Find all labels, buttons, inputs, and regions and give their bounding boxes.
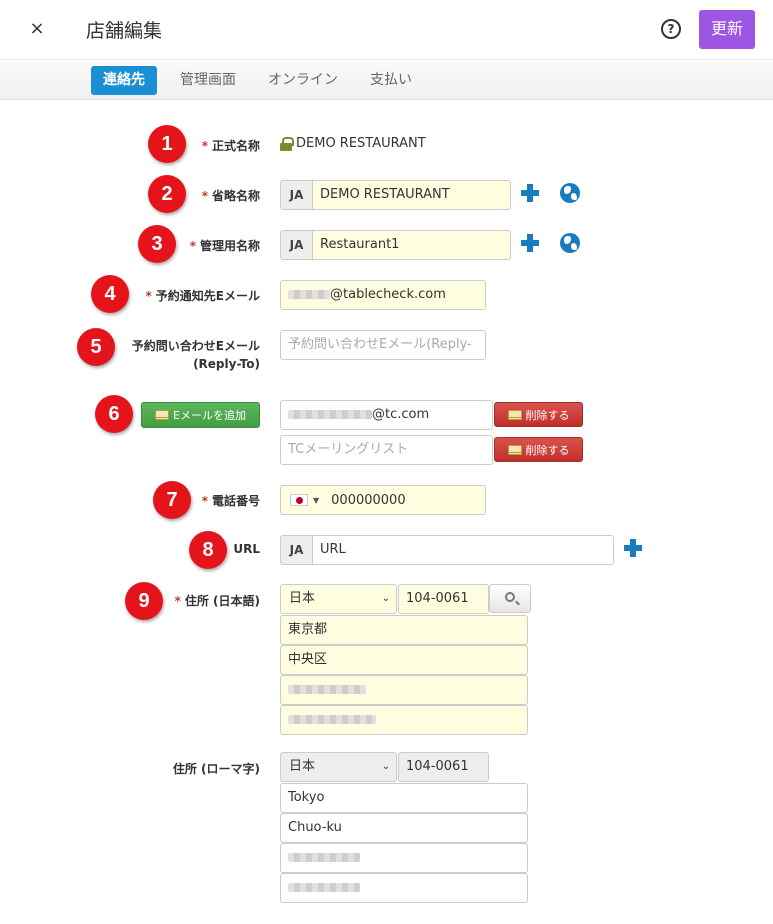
admin-name-label: * 管理用名称	[189, 239, 260, 253]
official-name-value: DEMO RESTAURANT	[280, 136, 426, 151]
inquiry-email-input[interactable]: 予約問い合わせEメール(Reply-	[280, 330, 486, 360]
tab-admin[interactable]: 管理画面	[168, 66, 248, 95]
email-list-input-1[interactable]: @tc.com	[280, 400, 493, 430]
tab-online[interactable]: オンライン	[256, 66, 350, 95]
globe-icon[interactable]	[560, 183, 580, 203]
plus-icon[interactable]	[624, 539, 642, 557]
globe-icon[interactable]	[560, 233, 580, 253]
country-select[interactable]: 日本 ⌄	[280, 584, 397, 614]
phone-label: * 電話番号	[201, 494, 260, 508]
delete-email-button[interactable]: 削除する	[494, 437, 583, 462]
email-list-input-2[interactable]: TCメーリングリスト	[280, 435, 493, 465]
chevron-down-icon: ⌄	[381, 761, 390, 772]
japan-flag-icon[interactable]	[290, 494, 308, 506]
page-header: × 店舗編集 ? 更新	[0, 0, 773, 60]
city-input[interactable]: 中央区	[280, 645, 528, 675]
country-select[interactable]: 日本 ⌄	[280, 752, 397, 782]
prefecture-input[interactable]: 東京都	[280, 615, 528, 645]
inquiry-email-label: 予約問い合わせEメール	[131, 339, 260, 353]
plus-icon[interactable]	[521, 234, 539, 252]
close-icon[interactable]: ×	[26, 18, 48, 40]
step-badge-4: 4	[91, 275, 129, 313]
search-button[interactable]	[489, 584, 531, 613]
admin-name-input[interactable]: JA Restaurant1	[280, 230, 511, 260]
city-roman-input[interactable]: Chuo-ku	[280, 813, 528, 843]
redacted-text	[288, 883, 360, 892]
step-badge-5: 5	[77, 328, 115, 366]
prefecture-roman-input[interactable]: Tokyo	[280, 783, 528, 813]
url-label: URL	[233, 542, 260, 556]
phone-input[interactable]: ▼ 000000000	[280, 485, 486, 515]
help-icon[interactable]: ?	[661, 19, 681, 39]
short-name-input[interactable]: JA DEMO RESTAURANT	[280, 180, 511, 210]
inquiry-email-sublabel: (Reply-To)	[193, 357, 260, 371]
lang-prefix: JA	[281, 181, 313, 209]
address-line1-input[interactable]	[280, 675, 528, 705]
step-badge-3: 3	[138, 225, 176, 263]
step-badge-1: 1	[148, 125, 186, 163]
redacted-text	[288, 290, 330, 299]
address-ja-label: * 住所 (日本語)	[174, 594, 260, 608]
add-email-button[interactable]: Eメールを追加	[141, 402, 260, 428]
mail-icon	[507, 444, 522, 455]
url-input[interactable]: JA URL	[280, 535, 614, 565]
update-button[interactable]: 更新	[699, 10, 755, 49]
address-roman-line2-input[interactable]	[280, 873, 528, 903]
postal-code-input: 104-0061	[398, 752, 489, 782]
notify-email-label: * 予約通知先Eメール	[145, 289, 260, 303]
lang-prefix: JA	[281, 231, 313, 259]
plus-icon[interactable]	[521, 184, 539, 202]
mail-icon	[155, 410, 170, 420]
address-roman-line1-input[interactable]	[280, 843, 528, 873]
step-badge-2: 2	[148, 175, 186, 213]
page-title: 店舗編集	[86, 20, 163, 42]
delete-email-button[interactable]: 削除する	[494, 402, 583, 427]
chevron-down-icon: ⌄	[381, 593, 390, 604]
search-icon	[505, 592, 515, 602]
tab-bar: 連絡先 管理画面 オンライン 支払い	[0, 61, 773, 100]
redacted-text	[288, 685, 366, 694]
redacted-text	[288, 853, 360, 862]
step-badge-9: 9	[125, 582, 163, 620]
official-name-label: * 正式名称	[201, 139, 260, 153]
tab-payment[interactable]: 支払い	[358, 66, 424, 95]
mail-icon	[507, 409, 522, 420]
redacted-text	[288, 410, 372, 419]
notify-email-input[interactable]: @tablecheck.com	[280, 280, 486, 310]
lock-icon	[280, 136, 294, 151]
step-badge-8: 8	[189, 531, 227, 569]
step-badge-6: 6	[95, 395, 133, 433]
step-badge-7: 7	[153, 481, 191, 519]
address-roman-label: 住所 (ローマ字)	[172, 762, 260, 776]
postal-code-input[interactable]: 104-0061	[398, 584, 489, 614]
lang-prefix: JA	[281, 536, 313, 564]
redacted-text	[288, 715, 376, 724]
chevron-down-icon[interactable]: ▼	[313, 496, 319, 505]
tab-contact[interactable]: 連絡先	[91, 66, 157, 95]
short-name-label: * 省略名称	[201, 189, 260, 203]
address-line2-input[interactable]	[280, 705, 528, 735]
